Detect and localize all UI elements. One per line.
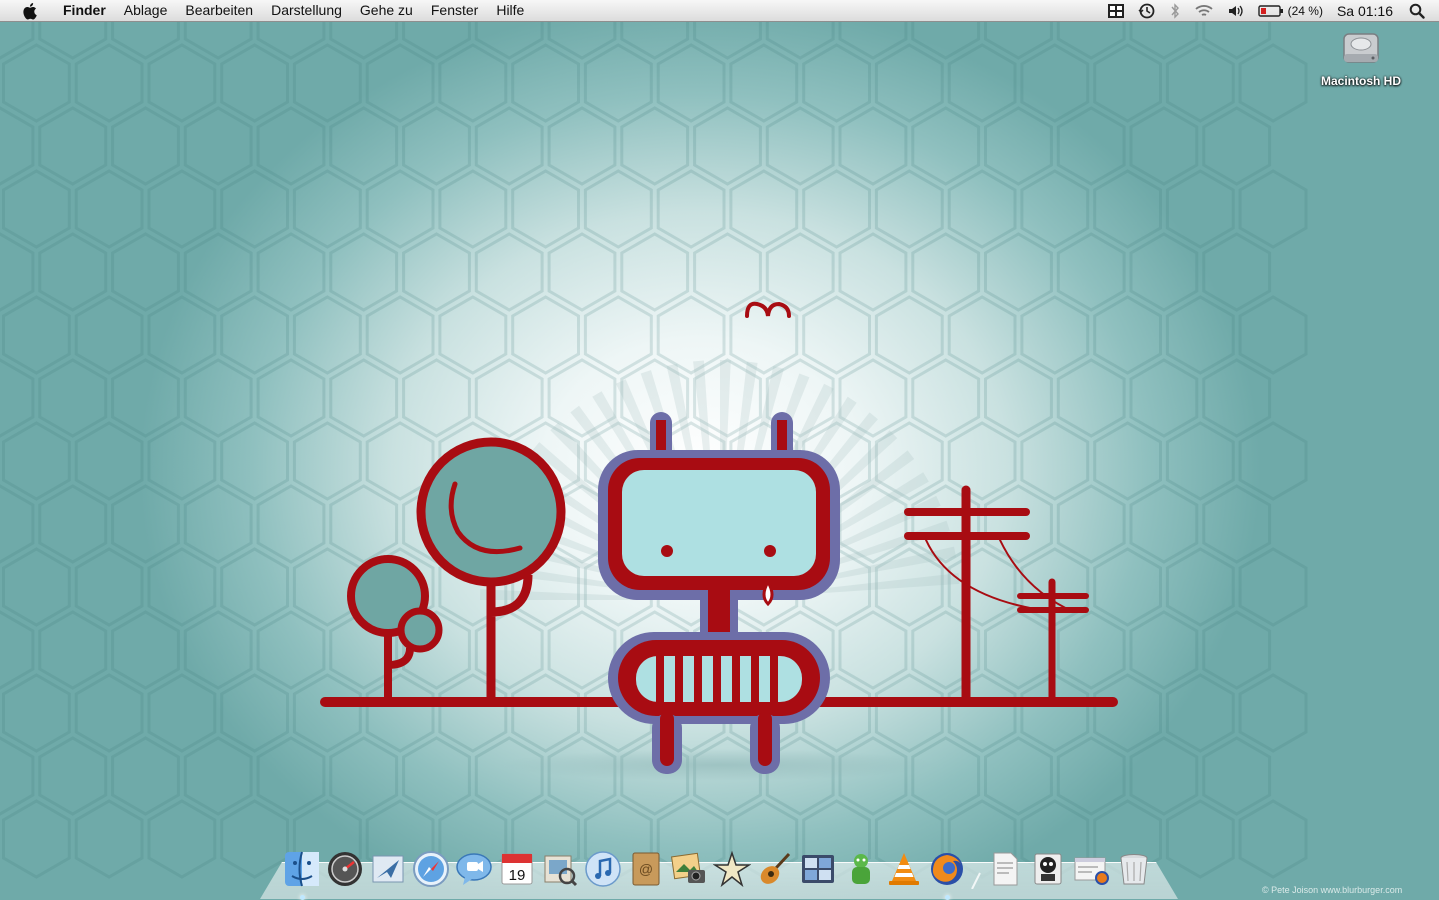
menu-hilfe[interactable]: Hilfe xyxy=(487,0,533,21)
menu-clock[interactable]: Sa 01:16 xyxy=(1337,3,1393,19)
dock-itunes[interactable] xyxy=(583,849,623,889)
address-book-icon: @ xyxy=(632,852,660,886)
menu-bar-left: Finder Ablage Bearbeiten Darstellung Geh… xyxy=(0,0,533,21)
dock-downloads[interactable] xyxy=(1071,849,1111,889)
large-tree xyxy=(416,437,566,700)
pdf-document-icon xyxy=(993,852,1018,886)
dock-spaces[interactable] xyxy=(798,849,838,889)
dock-trash[interactable] xyxy=(1114,849,1154,889)
preview-icon xyxy=(544,855,578,887)
spaces-app-icon xyxy=(802,855,834,883)
robot-character xyxy=(598,412,840,774)
dock-adium[interactable] xyxy=(841,849,881,889)
itunes-icon xyxy=(585,851,621,887)
menu-bar-status: (24 %) Sa 01:16 xyxy=(1094,0,1439,21)
dock: 19 @ xyxy=(282,839,1162,900)
small-tree xyxy=(347,555,443,700)
dock-address-book[interactable]: @ xyxy=(626,849,666,889)
apple-menu-icon[interactable] xyxy=(16,2,42,20)
iphoto-icon xyxy=(671,852,705,883)
calendar-icon: 19 xyxy=(501,853,533,885)
mail-icon xyxy=(372,855,404,883)
dock-ical[interactable]: 19 xyxy=(497,849,537,889)
running-indicator xyxy=(944,895,950,900)
volume-icon[interactable] xyxy=(1227,0,1245,21)
menu-ablage[interactable]: Ablage xyxy=(115,0,177,21)
dock-finder[interactable] xyxy=(282,849,322,900)
dashboard-icon xyxy=(328,852,362,886)
bluetooth-icon[interactable] xyxy=(1169,0,1181,21)
dock-firefox[interactable] xyxy=(927,849,967,900)
menu-bar: Finder Ablage Bearbeiten Darstellung Geh… xyxy=(0,0,1439,22)
dock-pdf-document[interactable] xyxy=(985,849,1025,889)
menu-darstellung[interactable]: Darstellung xyxy=(262,0,351,21)
time-machine-icon[interactable] xyxy=(1138,0,1156,21)
vlc-cone-icon xyxy=(889,853,919,885)
firefox-icon xyxy=(931,853,963,885)
hard-drive-icon xyxy=(1343,33,1379,63)
wallpaper-illustration xyxy=(320,301,1118,781)
adium-icon xyxy=(852,854,870,884)
dock-garageband[interactable] xyxy=(755,849,795,889)
dock-ichat[interactable] xyxy=(454,849,494,889)
ichat-icon xyxy=(456,853,492,885)
safari-icon xyxy=(413,851,449,887)
dock-preview[interactable] xyxy=(540,849,580,889)
finder-icon xyxy=(285,851,319,887)
ground-shadow xyxy=(500,749,940,781)
dock-vlc[interactable] xyxy=(884,849,924,889)
menu-gehe-zu[interactable]: Gehe zu xyxy=(351,0,422,21)
dock-imovie[interactable] xyxy=(712,849,752,889)
character-icon xyxy=(1034,853,1062,885)
spotlight-icon[interactable] xyxy=(1409,0,1425,21)
battery-percent: (24 %) xyxy=(1287,3,1323,18)
battery-icon xyxy=(1257,4,1283,17)
dock-mail[interactable] xyxy=(368,849,408,889)
running-indicator xyxy=(299,895,305,900)
spaces-icon[interactable] xyxy=(1107,0,1125,21)
bird-shape xyxy=(745,301,791,318)
dock-safari[interactable] xyxy=(411,849,451,889)
telephone-poles xyxy=(904,485,1089,705)
calendar-day: 19 xyxy=(509,867,526,884)
menu-bearbeiten[interactable]: Bearbeiten xyxy=(176,0,262,21)
desktop-icon-macintosh-hd[interactable]: Macintosh HD xyxy=(1311,28,1411,88)
guitar-icon xyxy=(760,852,791,884)
menu-finder[interactable]: Finder xyxy=(54,0,115,21)
dock-iphoto[interactable] xyxy=(669,849,709,889)
desktop-icon-label: Macintosh HD xyxy=(1320,74,1401,88)
imovie-icon xyxy=(713,850,751,888)
menu-fenster[interactable]: Fenster xyxy=(422,0,487,21)
svg-text:@: @ xyxy=(639,861,653,877)
battery-status[interactable]: (24 %) xyxy=(1257,0,1323,21)
dock-stack[interactable] xyxy=(1028,849,1068,889)
trash-icon xyxy=(1120,854,1148,885)
downloads-icon xyxy=(1074,857,1109,885)
wallpaper-credit: © Pete Joison www.blurburger.com xyxy=(1262,885,1403,895)
dock-dashboard[interactable] xyxy=(325,849,365,889)
dock-separator xyxy=(970,849,982,890)
wifi-icon[interactable] xyxy=(1194,0,1214,21)
